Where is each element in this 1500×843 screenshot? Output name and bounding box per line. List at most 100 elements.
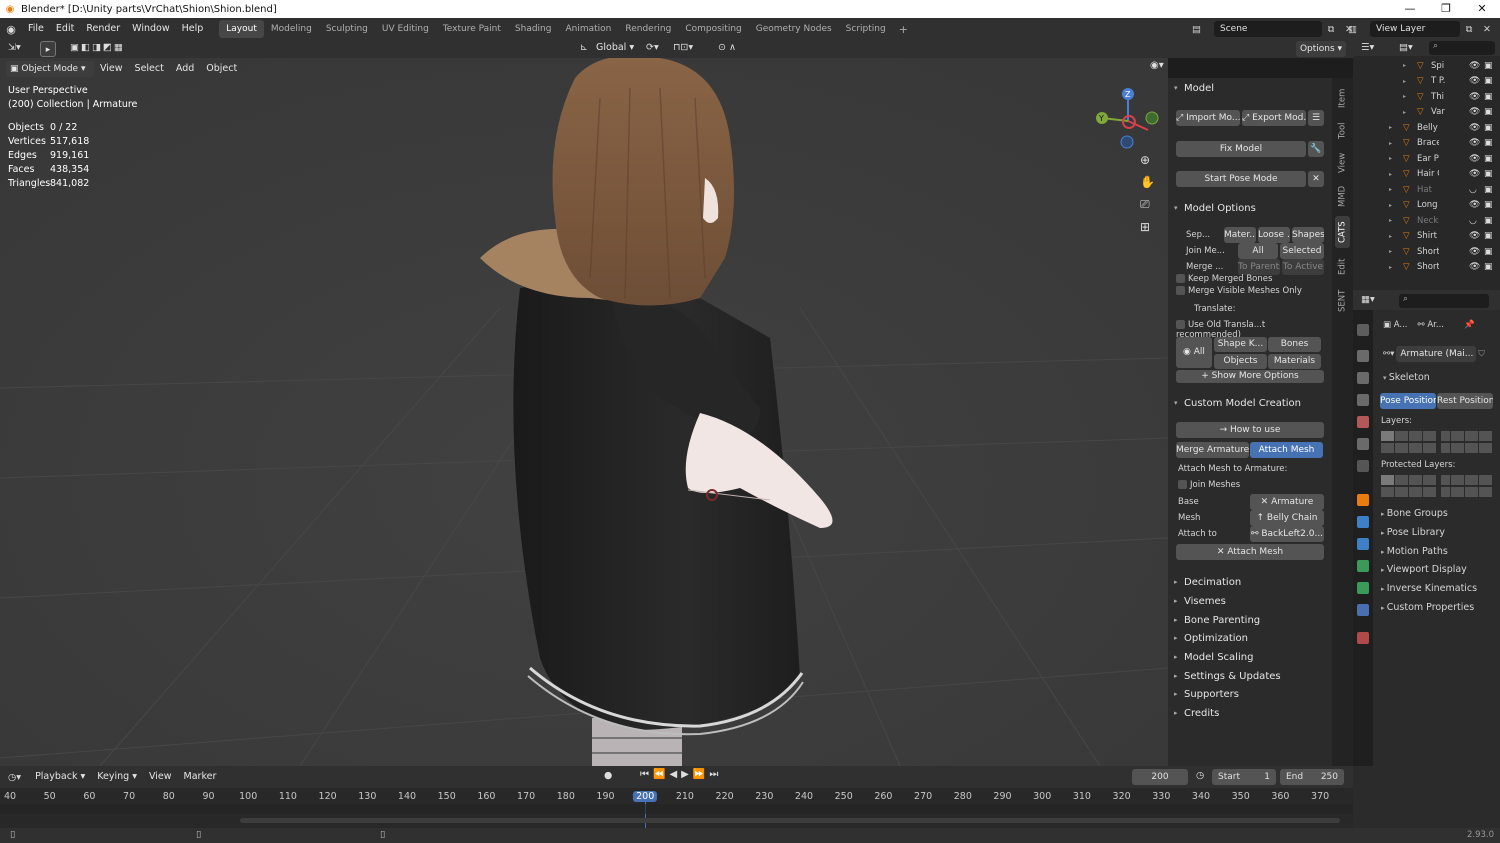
layer-cell[interactable] xyxy=(1409,475,1422,485)
menu-help[interactable]: Help xyxy=(176,18,210,40)
timeline[interactable]: 40 50 60 70 80 90 100 110 120 130 140 150 160 170 180 1… xyxy=(0,788,1353,828)
play-icon[interactable]: ▶ xyxy=(681,769,693,780)
outliner-item[interactable]: ▸ ▽ Shorts 👁 ▣ xyxy=(1353,244,1500,260)
pin-icon[interactable]: 📌 xyxy=(1464,320,1475,330)
tab-tool[interactable]: Tool xyxy=(1335,118,1350,144)
current-frame-field[interactable]: 200 xyxy=(1132,769,1188,785)
layer-cell[interactable] xyxy=(1423,486,1436,497)
eye-icon[interactable]: 👁 xyxy=(1469,262,1480,272)
breadcrumb-armature[interactable]: ⚯ Ar... xyxy=(1418,320,1444,330)
layer-cell[interactable] xyxy=(1465,431,1478,441)
outliner-item[interactable]: ▸ ▽ Hat ◡ ▣ xyxy=(1353,182,1500,198)
end-frame-field[interactable]: End 250 xyxy=(1280,769,1344,785)
view-object-types-icon[interactable]: ◉▾ xyxy=(1150,60,1164,71)
properties-editor-icon[interactable]: ▦▾ xyxy=(1361,294,1375,305)
layer-cell[interactable] xyxy=(1441,486,1450,497)
ortho-grid-icon[interactable]: ⊞ xyxy=(1140,220,1155,234)
eye-icon[interactable]: 👁 xyxy=(1469,231,1480,241)
eye-icon[interactable]: 👁 xyxy=(1469,247,1480,257)
camera-render-icon[interactable]: ▣ xyxy=(1484,92,1493,102)
jump-end-icon[interactable]: ⏭ xyxy=(709,769,722,780)
expand-icon[interactable]: ▸ xyxy=(1403,109,1406,116)
layer-cell[interactable] xyxy=(1395,442,1408,453)
expand-icon[interactable]: ▸ xyxy=(1403,78,1406,85)
tab-texture-paint[interactable]: Texture Paint xyxy=(436,20,508,38)
protected-layers-grid[interactable] xyxy=(1381,475,1493,497)
render-tab-icon[interactable] xyxy=(1357,350,1369,362)
eye-icon[interactable]: 👁 xyxy=(1469,200,1480,210)
join-all-button[interactable]: All xyxy=(1238,243,1278,259)
expand-icon[interactable]: ▸ xyxy=(1403,93,1406,100)
decimation-header[interactable]: ▸ Decimation xyxy=(1168,572,1332,592)
auto-keying-icon[interactable]: ● xyxy=(604,770,612,781)
outliner-item[interactable]: ▸ ▽ Spi 👁 ▣ xyxy=(1353,58,1500,74)
layer-cell[interactable] xyxy=(1395,431,1408,441)
outliner-editor-icon[interactable]: ☰▾ xyxy=(1361,42,1374,53)
tool-tab-icon[interactable] xyxy=(1357,324,1369,336)
new-scene-icon[interactable]: ⧉ xyxy=(1322,24,1340,35)
camera-render-icon[interactable]: ▣ xyxy=(1484,247,1493,257)
attach-to-bone-field[interactable]: ⚯ BackLeft2.0... xyxy=(1250,526,1324,542)
start-pose-mode-button[interactable]: Start Pose Mode xyxy=(1176,171,1306,187)
expand-icon[interactable]: ▸ xyxy=(1389,202,1392,209)
expand-icon[interactable]: ▸ xyxy=(1389,155,1392,162)
camera-render-icon[interactable]: ▣ xyxy=(1484,200,1493,210)
camera-render-icon[interactable]: ▣ xyxy=(1484,262,1493,272)
model-options-header[interactable]: ▾ Model Options xyxy=(1168,198,1332,218)
layer-cell[interactable] xyxy=(1451,442,1464,453)
jump-start-icon[interactable]: ⏮ xyxy=(640,769,653,780)
model-scaling-header[interactable]: ▸ Model Scaling xyxy=(1168,647,1332,667)
use-old-translate-checkbox[interactable]: Use Old Transla...t recommended) xyxy=(1176,320,1324,340)
timeline-editor-icon[interactable]: ◷▾ xyxy=(0,772,29,783)
how-to-use-button[interactable]: → How to use xyxy=(1176,422,1324,438)
scene-field[interactable]: Scene xyxy=(1214,21,1322,37)
maximize-button[interactable]: ❐ xyxy=(1428,0,1464,18)
eye-icon[interactable]: 👁 xyxy=(1469,107,1480,117)
tab-animation[interactable]: Animation xyxy=(558,20,618,38)
editor-type-icon[interactable]: ⇲▾ xyxy=(8,42,21,53)
play-reverse-icon[interactable]: ◀ xyxy=(669,769,681,780)
object-tab-icon[interactable] xyxy=(1357,494,1369,506)
bone-groups-header[interactable]: ▸ Bone Groups xyxy=(1381,508,1448,519)
outliner-search-input[interactable]: ⌕ xyxy=(1429,41,1495,55)
viewport-menu-object[interactable]: Object xyxy=(200,58,243,80)
pivot-icon[interactable]: ⟳▾ xyxy=(646,42,659,53)
base-armature-field[interactable]: ✕ Armature xyxy=(1250,494,1324,510)
playback-menu[interactable]: Playback ▾ xyxy=(29,766,91,788)
next-keyframe-icon[interactable]: ⏩ xyxy=(693,769,709,780)
texture-tab-icon[interactable] xyxy=(1357,632,1369,644)
expand-icon[interactable]: ▸ xyxy=(1389,186,1392,193)
join-selected-button[interactable]: Selected xyxy=(1280,243,1324,259)
tab-view[interactable]: View xyxy=(1335,150,1350,176)
tab-mmd[interactable]: MMD xyxy=(1335,182,1350,210)
tab-edit[interactable]: Edit xyxy=(1335,254,1350,280)
eye-icon[interactable]: 👁 xyxy=(1469,154,1480,164)
skeleton-panel-header[interactable]: ▾ Skeleton xyxy=(1383,372,1430,383)
layer-cell[interactable] xyxy=(1451,486,1464,497)
model-panel-header[interactable]: ▾ Model xyxy=(1168,78,1332,98)
eye-icon[interactable]: 👁 xyxy=(1469,76,1480,86)
camera-render-icon[interactable]: ▣ xyxy=(1484,231,1493,241)
layer-cell[interactable] xyxy=(1479,475,1492,485)
eye-closed-icon[interactable]: ◡ xyxy=(1469,216,1477,226)
bone-layers-grid[interactable] xyxy=(1381,431,1493,453)
camera-render-icon[interactable]: ▣ xyxy=(1484,123,1493,133)
zoom-icon[interactable]: ⊕ xyxy=(1140,153,1155,167)
start-frame-field[interactable]: Start 1 xyxy=(1212,769,1276,785)
motion-paths-header[interactable]: ▸ Motion Paths xyxy=(1381,546,1448,557)
physics-tab-icon[interactable] xyxy=(1357,538,1369,550)
layer-cell[interactable] xyxy=(1441,475,1450,485)
tab-layout[interactable]: Layout xyxy=(219,20,264,38)
keying-menu[interactable]: Keying ▾ xyxy=(91,766,143,788)
viewport-menu-view[interactable]: View xyxy=(94,58,129,80)
outliner-item[interactable]: ▸ ▽ Ear P 👁 ▣ xyxy=(1353,151,1500,167)
breadcrumb-object[interactable]: ▣ A... xyxy=(1383,320,1408,330)
proportional-edit-icon[interactable]: ⊙ ∧ xyxy=(718,42,736,53)
fake-user-icon[interactable]: ⛉ xyxy=(1478,349,1484,359)
select-tool-icon[interactable]: ▸ xyxy=(40,41,56,57)
preview-range-icon[interactable]: ◷ xyxy=(1196,770,1204,781)
layer-cell[interactable] xyxy=(1381,431,1394,441)
layer-cell[interactable] xyxy=(1381,486,1394,497)
camera-render-icon[interactable]: ▣ xyxy=(1484,76,1493,86)
expand-icon[interactable]: ▸ xyxy=(1389,140,1392,147)
